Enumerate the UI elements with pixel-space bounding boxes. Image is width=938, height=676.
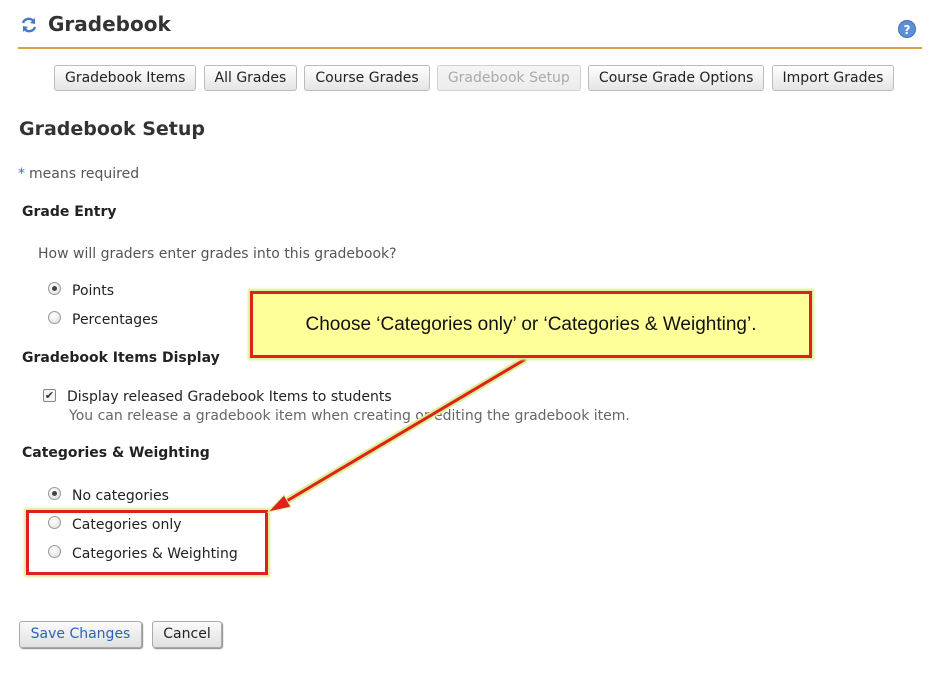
gradebook-setup-button: Gradebook Setup [436, 65, 581, 91]
no-categories-label[interactable]: No categories [72, 488, 169, 504]
display-released-help: You can release a gradebook item when cr… [69, 408, 630, 424]
display-released-checkbox[interactable]: ✔ [43, 389, 56, 402]
course-grade-options-button[interactable]: Course Grade Options [587, 65, 765, 91]
instruction-callout: Choose ‘Categories only’ or ‘Categories … [250, 291, 812, 358]
course-grades-button[interactable]: Course Grades [304, 65, 430, 91]
cancel-button[interactable]: Cancel [152, 621, 222, 648]
refresh-icon[interactable] [20, 16, 38, 34]
points-label[interactable]: Points [72, 283, 114, 299]
points-radio[interactable] [48, 282, 61, 295]
required-star: * [18, 166, 25, 182]
items-display-heading: Gradebook Items Display [22, 350, 220, 366]
gradebook-nav: Gradebook Items All Grades Course Grades… [54, 65, 896, 91]
gradebook-items-button[interactable]: Gradebook Items [54, 65, 197, 91]
display-released-label[interactable]: Display released Gradebook Items to stud… [67, 389, 392, 405]
import-grades-button[interactable]: Import Grades [771, 65, 895, 91]
categories-highlight-box [26, 510, 268, 575]
categories-heading: Categories & Weighting [22, 445, 210, 461]
tool-title: Gradebook [48, 12, 171, 36]
grade-entry-question: How will graders enter grades into this … [38, 246, 397, 262]
all-grades-button[interactable]: All Grades [203, 65, 298, 91]
save-changes-button[interactable]: Save Changes [19, 621, 142, 648]
grade-entry-heading: Grade Entry [22, 204, 117, 220]
no-categories-radio[interactable] [48, 487, 61, 500]
percentages-radio[interactable] [48, 311, 61, 324]
percentages-label[interactable]: Percentages [72, 312, 158, 328]
required-note: * means required [18, 166, 139, 182]
help-icon[interactable]: ? [898, 20, 916, 38]
page-title: Gradebook Setup [19, 118, 206, 140]
tool-title-bar: Gradebook ? [18, 0, 922, 49]
required-note-text: means required [29, 166, 140, 182]
